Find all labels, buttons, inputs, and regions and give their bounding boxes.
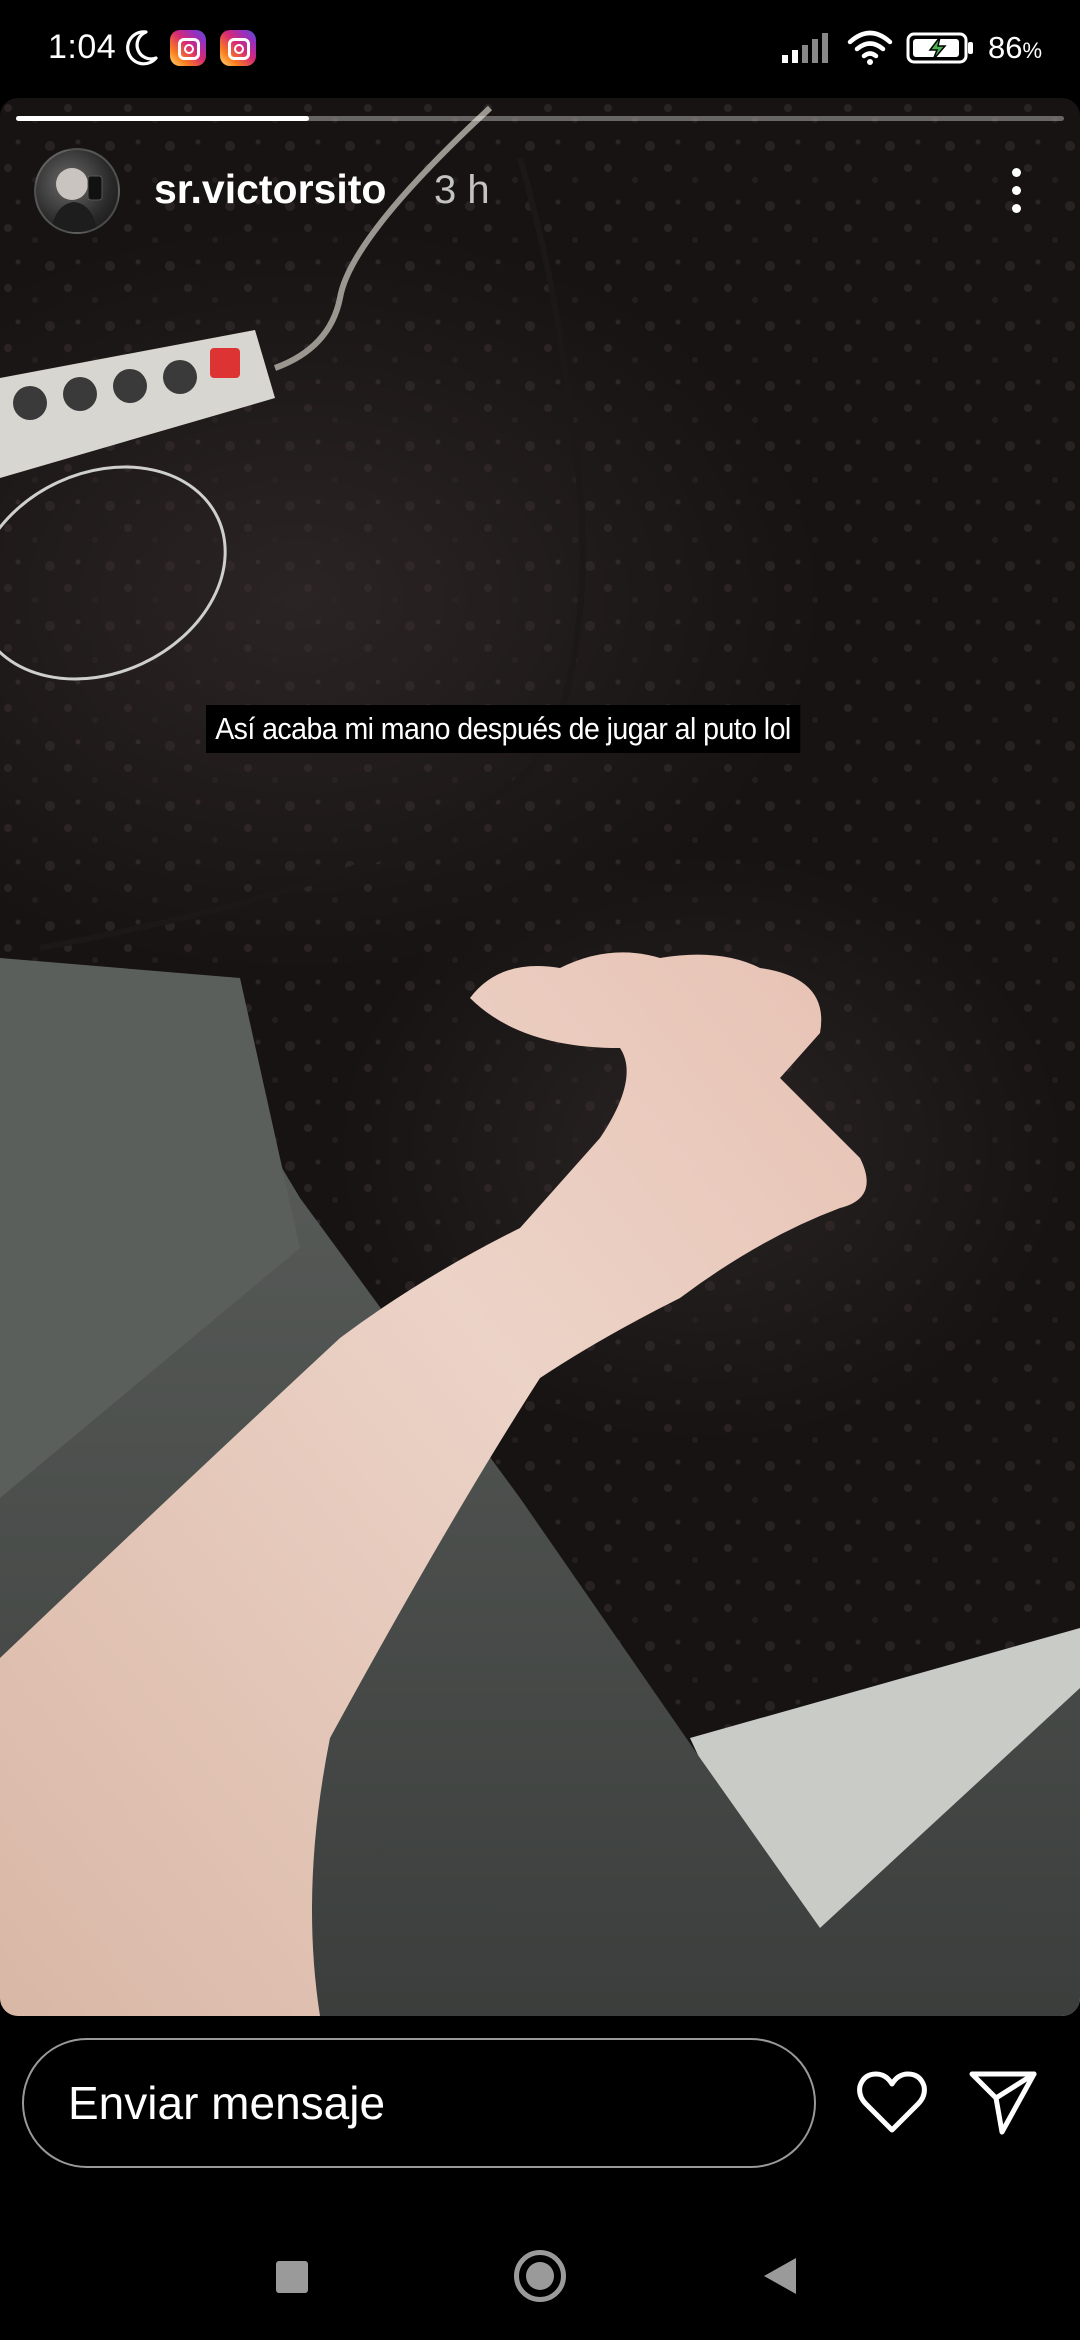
home-icon[interactable] (514, 2250, 566, 2302)
back-icon[interactable] (764, 2258, 796, 2294)
status-indicators: 86% (781, 26, 1042, 70)
wifi-icon (847, 30, 893, 65)
story-header: sr.victorsito 3 h (0, 146, 1080, 242)
story-progress-fill (16, 116, 310, 121)
moon-icon (126, 30, 158, 66)
story-photo (0, 98, 1080, 2016)
status-bar: 1:04 86% (0, 0, 1080, 98)
instagram-notification-icon (220, 30, 256, 66)
instagram-notification-icon (170, 30, 206, 66)
send-message-input[interactable] (22, 2038, 816, 2168)
signal-icon (781, 33, 828, 63)
heart-icon[interactable] (856, 2068, 928, 2138)
story-progress-bar (16, 116, 1064, 121)
more-options-icon[interactable] (996, 160, 1036, 220)
story-viewer[interactable]: sr.victorsito 3 h Así acaba mi mano desp… (0, 98, 1080, 2016)
story-time-ago: 3 h (434, 168, 490, 212)
system-navigation-bar (0, 2206, 1080, 2340)
recent-apps-icon[interactable] (276, 2261, 308, 2293)
send-icon[interactable] (966, 2066, 1040, 2140)
reply-bar (0, 2016, 1080, 2206)
battery-charging-icon (906, 32, 973, 64)
avatar-image (50, 168, 103, 232)
story-caption: Así acaba mi mano después de jugar al pu… (206, 705, 800, 753)
avatar[interactable] (34, 148, 120, 234)
battery-percentage: 86% (987, 30, 1042, 65)
story-username[interactable]: sr.victorsito (154, 166, 386, 213)
status-time: 1:04 (48, 28, 117, 66)
